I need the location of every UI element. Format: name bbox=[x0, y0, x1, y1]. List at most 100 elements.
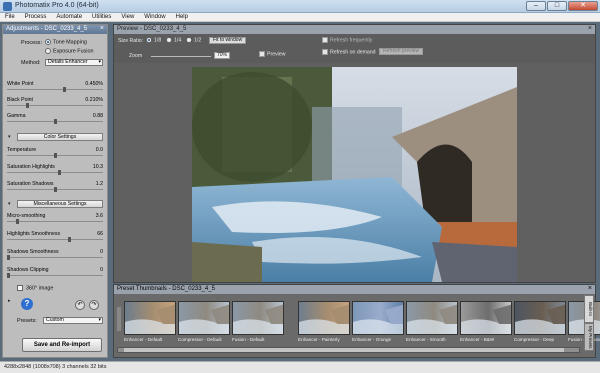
thumbnail-image bbox=[124, 301, 176, 335]
slider-micro-smoothing[interactable]: Micro-smoothing 3.6 bbox=[7, 213, 103, 225]
slider-saturation-highlights[interactable]: Saturation Highlights 10.3 bbox=[7, 164, 103, 176]
refresh-on-demand-option[interactable]: Refresh on demand bbox=[322, 49, 376, 55]
slider-thumb[interactable] bbox=[7, 255, 10, 260]
preset-thumbnail[interactable]: Enhancer - B&W bbox=[460, 301, 512, 345]
thumbnail-preview-icon bbox=[179, 304, 229, 334]
tab-built-in[interactable]: Built-In bbox=[584, 295, 594, 323]
scrollbar-thumb[interactable] bbox=[124, 348, 564, 352]
thumbnails-title: Preset Thumbnails - DSC_0233_4_5 × bbox=[114, 285, 595, 294]
preview-image[interactable] bbox=[192, 67, 517, 282]
ratio-1-4[interactable]: 1/4 bbox=[166, 37, 181, 43]
menu-utilities[interactable]: Utilities bbox=[87, 13, 116, 21]
process-label: Process: bbox=[21, 40, 42, 46]
adjustments-close-icon[interactable]: × bbox=[100, 25, 104, 32]
preset-thumbnail[interactable]: Fusion - Default bbox=[232, 301, 284, 345]
image360-checkbox[interactable]: 360° image bbox=[17, 285, 53, 291]
thumbnail-preview-icon bbox=[461, 304, 511, 334]
slider-temperature[interactable]: Temperature 0.0 bbox=[7, 147, 103, 159]
radio-icon bbox=[186, 37, 192, 43]
ratio-1-8[interactable]: 1/8 bbox=[146, 37, 161, 43]
preview-title: Preview - DSC_0233_4_5 × bbox=[114, 25, 595, 34]
preview-close-icon[interactable]: × bbox=[588, 25, 592, 32]
slider-thumb[interactable] bbox=[26, 103, 29, 108]
expand-icon[interactable]: ▸ bbox=[8, 298, 11, 304]
zoom-label: Zoom bbox=[129, 53, 143, 59]
slider-thumb[interactable] bbox=[54, 187, 57, 192]
slider-track[interactable] bbox=[7, 172, 103, 173]
redo-icon[interactable]: ↷ bbox=[89, 300, 99, 310]
preset-thumbnail[interactable]: Enhancer - Grunge bbox=[352, 301, 404, 345]
slider-value: 0 bbox=[100, 267, 103, 273]
misc-settings-button[interactable]: Miscellaneous Settings bbox=[17, 200, 103, 208]
presets-select[interactable]: Custom ▾ bbox=[43, 317, 103, 324]
slider-label: White Point bbox=[7, 81, 34, 87]
slider-label: Highlights Smoothness bbox=[7, 231, 61, 237]
menu-file[interactable]: File bbox=[0, 13, 20, 21]
misc-settings-toggle-icon[interactable]: ▾ bbox=[8, 201, 11, 207]
process-tone-mapping[interactable]: Tone Mapping bbox=[45, 39, 87, 45]
fit-to-window-button[interactable]: Fit to window bbox=[209, 37, 247, 44]
slider-track[interactable] bbox=[7, 221, 103, 222]
maximize-button[interactable]: □ bbox=[547, 1, 567, 11]
slider-thumb[interactable] bbox=[16, 219, 19, 224]
thumbnail-label: Enhancer - Smooth bbox=[406, 337, 446, 342]
thumb-scroll-left[interactable] bbox=[117, 307, 121, 331]
minimize-button[interactable]: – bbox=[526, 1, 546, 11]
slider-thumb[interactable] bbox=[7, 273, 10, 278]
refresh-frequently-option[interactable]: Refresh frequently bbox=[322, 37, 372, 43]
preset-thumbnail[interactable]: Enhancer - Smooth bbox=[406, 301, 458, 345]
thumbnail-label: Compressor - Deep bbox=[514, 337, 555, 342]
slider-highlights-smoothness[interactable]: Highlights Smoothness 66 bbox=[7, 231, 103, 243]
thumbnail-preview-icon bbox=[299, 304, 349, 334]
slider-thumb[interactable] bbox=[58, 170, 61, 175]
thumbnails-close-icon[interactable]: × bbox=[588, 285, 592, 292]
slider-value: 0.450% bbox=[85, 81, 103, 87]
slider-thumb[interactable] bbox=[54, 153, 57, 158]
slider-gamma[interactable]: Gamma 0.88 bbox=[7, 113, 103, 125]
zoom-slider[interactable] bbox=[151, 56, 211, 57]
adjustments-panel: Adjustments - DSC_0233_4_5 × Process: To… bbox=[2, 24, 108, 358]
slider-thumb[interactable] bbox=[63, 87, 66, 92]
thumbnails-scrollbar[interactable] bbox=[117, 347, 580, 353]
slider-thumb[interactable] bbox=[54, 119, 57, 124]
tab-my-presets[interactable]: My Presets bbox=[584, 323, 594, 351]
help-icon[interactable]: ? bbox=[21, 298, 33, 310]
preview-checkbox[interactable]: Preview bbox=[259, 51, 285, 57]
slider-shadows-clipping[interactable]: Shadows Clipping 0 bbox=[7, 267, 103, 279]
preview-window: Preview - DSC_0233_4_5 × Size Ratio: 1/8… bbox=[113, 24, 596, 283]
menu-window[interactable]: Window bbox=[139, 13, 170, 21]
refresh-preview-button[interactable]: Refresh preview bbox=[379, 48, 424, 55]
thumbnail-preview-icon bbox=[353, 304, 403, 334]
slider-track[interactable] bbox=[7, 275, 103, 276]
thumbnail-image bbox=[406, 301, 458, 335]
menu-process[interactable]: Process bbox=[20, 13, 52, 21]
close-button[interactable]: ✕ bbox=[568, 1, 598, 11]
color-settings-toggle-icon[interactable]: ▾ bbox=[8, 134, 11, 140]
menu-automate[interactable]: Automate bbox=[51, 13, 87, 21]
preset-thumbnail[interactable]: Compressor - Default bbox=[178, 301, 230, 345]
color-settings-button[interactable]: Color Settings bbox=[17, 133, 103, 141]
undo-icon[interactable]: ↶ bbox=[75, 300, 85, 310]
save-and-reimport-button[interactable]: Save and Re-import bbox=[22, 338, 102, 352]
slider-track[interactable] bbox=[7, 239, 103, 240]
method-select[interactable]: Details Enhancer ▾ bbox=[45, 59, 103, 66]
slider-label: Shadows Clipping bbox=[7, 267, 49, 273]
slider-white-point[interactable]: White Point 0.450% bbox=[7, 81, 103, 93]
zoom-value[interactable]: 70% bbox=[214, 52, 230, 59]
preset-thumbnail[interactable]: Enhancer - Painterly bbox=[298, 301, 350, 345]
slider-track[interactable] bbox=[7, 89, 103, 90]
slider-track[interactable] bbox=[7, 105, 103, 106]
app-icon bbox=[3, 2, 12, 11]
menu-view[interactable]: View bbox=[116, 13, 139, 21]
slider-black-point[interactable]: Black Point 0.210% bbox=[7, 97, 103, 109]
slider-track[interactable] bbox=[7, 257, 103, 258]
slider-thumb[interactable] bbox=[68, 237, 71, 242]
ratio-1-2[interactable]: 1/2 bbox=[186, 37, 201, 43]
preset-thumbnail[interactable]: Enhancer - Default bbox=[124, 301, 176, 345]
thumbnail-image bbox=[460, 301, 512, 335]
preset-thumbnail[interactable]: Compressor - Deep bbox=[514, 301, 566, 345]
process-exposure-fusion[interactable]: Exposure Fusion bbox=[45, 48, 93, 54]
slider-saturation-shadows[interactable]: Saturation Shadows 1.2 bbox=[7, 181, 103, 193]
menu-help[interactable]: Help bbox=[171, 13, 193, 21]
slider-shadows-smoothness[interactable]: Shadows Smoothness 0 bbox=[7, 249, 103, 261]
